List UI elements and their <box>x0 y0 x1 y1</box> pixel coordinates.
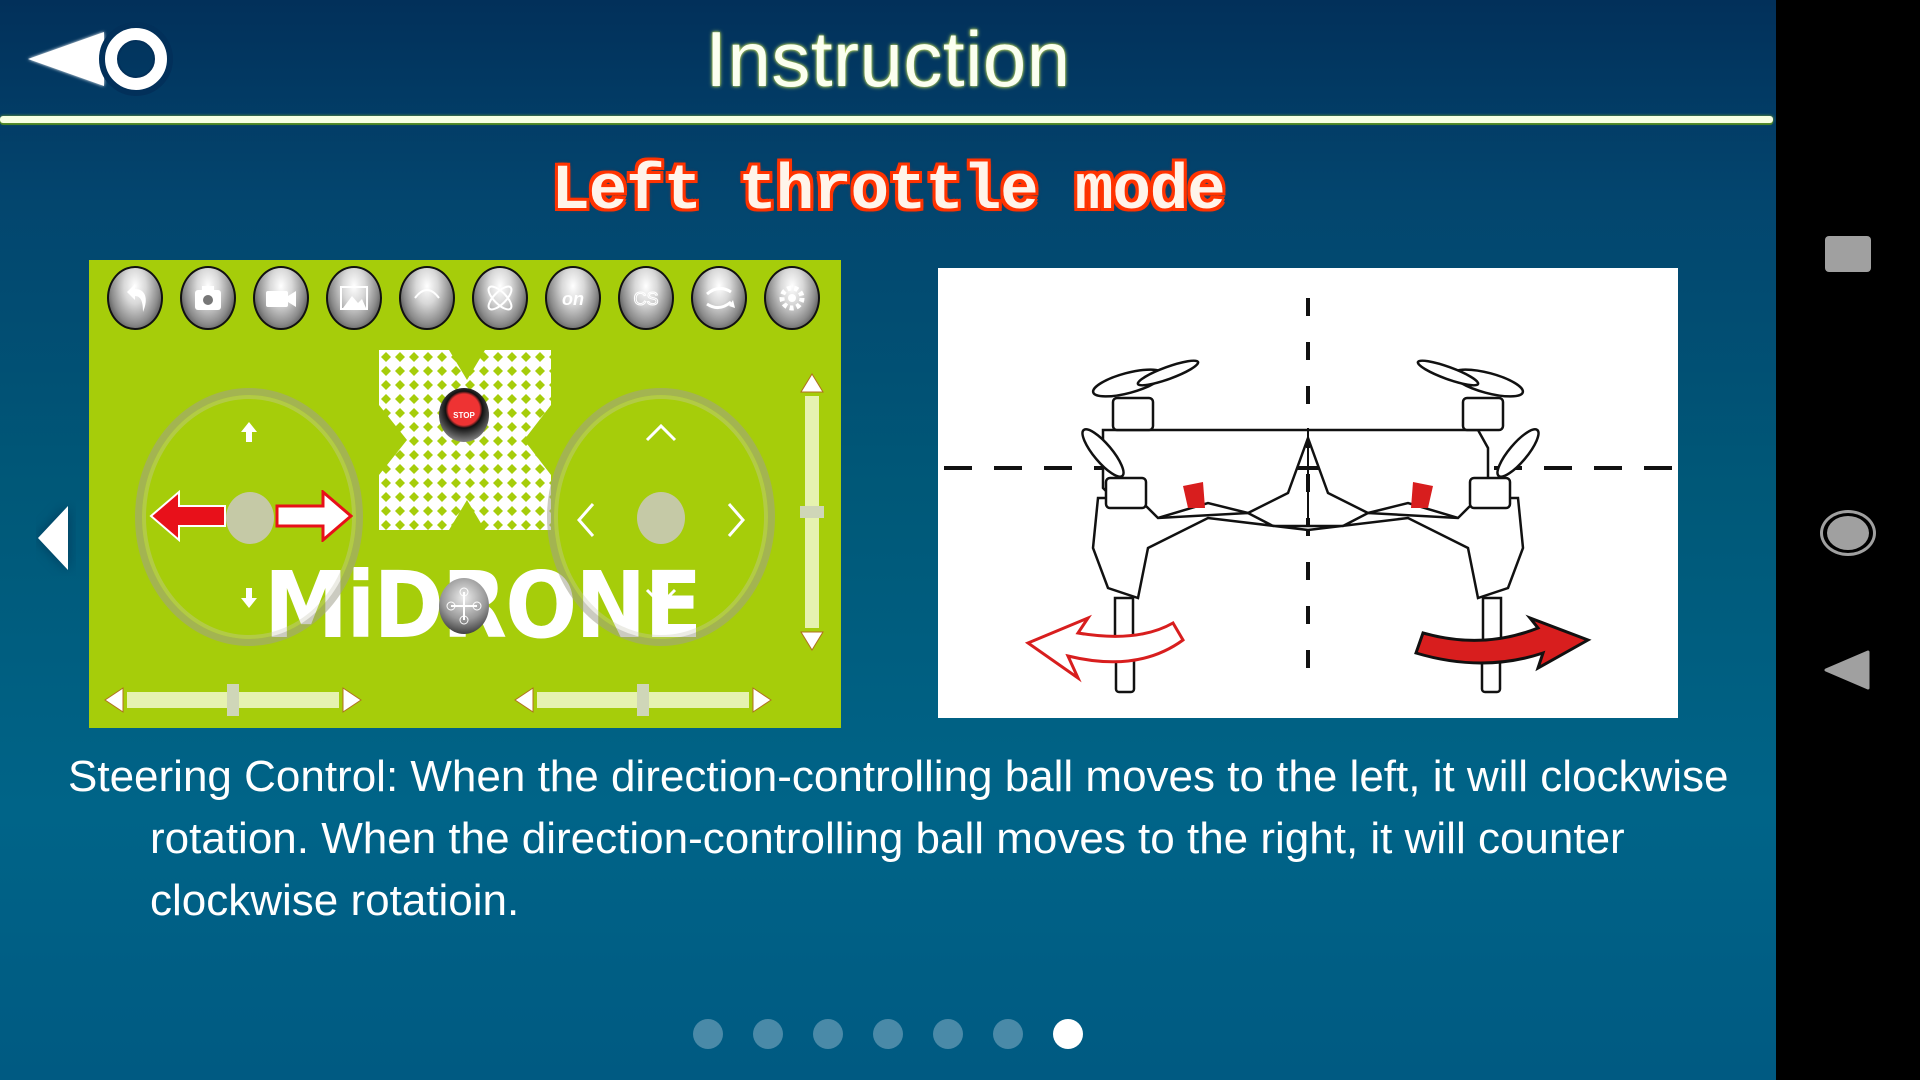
page-dot[interactable] <box>993 1019 1023 1049</box>
arrow-down-icon <box>241 588 257 608</box>
app-screen: Instruction Left throttle mode on CS STO… <box>0 0 1776 1080</box>
red-arrow-left-icon <box>149 490 226 542</box>
stop-button: STOP <box>439 388 489 442</box>
right-joystick-ball <box>637 492 685 544</box>
quadcopter-diagram <box>944 298 1678 694</box>
page-dot[interactable] <box>873 1019 903 1049</box>
red-arrow-right-icon <box>275 490 353 542</box>
left-horizontal-trim-slider <box>104 684 362 716</box>
slide-description: Steering Control: When the direction-con… <box>68 752 1729 925</box>
chevron-right-small-icon <box>727 503 745 537</box>
ccw-arrow-icon <box>1024 614 1185 683</box>
page-dot-active[interactable] <box>1053 1019 1083 1049</box>
chevron-up-icon <box>645 423 677 442</box>
gyro-calibrate-icon <box>472 266 528 330</box>
square-recents-icon[interactable] <box>1825 236 1871 272</box>
controller-preview-image: on CS STOP MiDRONE <box>89 260 841 728</box>
home-dot <box>1827 516 1869 550</box>
gallery-icon <box>326 266 382 330</box>
page-dot[interactable] <box>693 1019 723 1049</box>
slide-title: Left throttle mode <box>551 156 1225 228</box>
arrow-up-icon <box>241 422 257 442</box>
flip-icon <box>691 266 747 330</box>
record-icon <box>399 266 455 330</box>
return-icon <box>107 266 163 330</box>
cs-label: CS <box>633 289 658 309</box>
circle-home-icon[interactable] <box>1820 510 1876 556</box>
system-nav-bar <box>1776 0 1920 1080</box>
camera-icon <box>180 266 236 330</box>
chevron-left-small-icon <box>577 503 595 537</box>
video-icon <box>253 266 309 330</box>
on-icon: on <box>545 266 601 330</box>
drone-rotation-illustration <box>938 268 1678 718</box>
settings-gear-icon <box>764 266 820 330</box>
previous-slide-button[interactable] <box>36 500 76 576</box>
chevron-down-icon <box>645 588 677 607</box>
page-dot[interactable] <box>933 1019 963 1049</box>
header-divider <box>0 116 1773 123</box>
headless-icon: CS <box>618 266 674 330</box>
triangle-back-icon[interactable] <box>1824 650 1872 690</box>
on-label: on <box>562 289 584 309</box>
left-joystick-ball <box>226 492 274 544</box>
page-indicator <box>693 1019 1083 1049</box>
chevron-left-icon <box>38 506 68 570</box>
vertical-trim-slider <box>800 373 824 651</box>
page-dot[interactable] <box>813 1019 843 1049</box>
page-dot[interactable] <box>753 1019 783 1049</box>
right-horizontal-trim-slider <box>514 684 772 716</box>
page-title: Instruction <box>705 15 1071 103</box>
drone-mode-icon <box>439 578 489 634</box>
stop-label: STOP <box>453 410 475 420</box>
